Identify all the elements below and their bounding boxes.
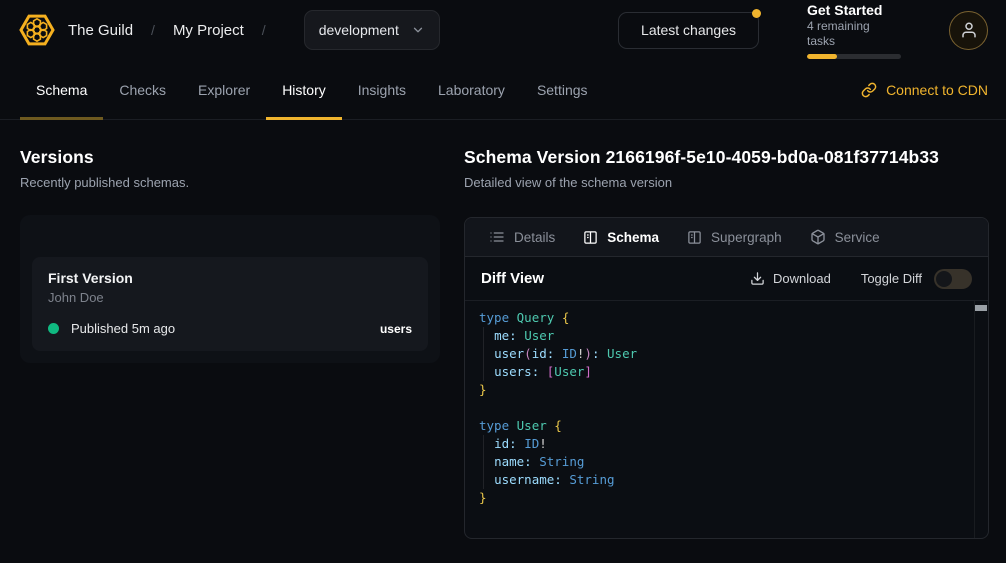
progress-fill [807,54,837,59]
code-line: me: User [479,327,968,345]
nav-tabs: SchemaChecksExplorerHistoryInsightsLabor… [20,60,604,119]
columns-icon [583,230,598,245]
latest-changes-button[interactable]: Latest changes [618,12,759,49]
hive-logo-icon[interactable] [16,9,58,51]
detail-tab-service[interactable]: Service [796,218,894,256]
detail-tab-details[interactable]: Details [475,218,569,256]
detail-tab-label: Service [835,230,880,245]
download-icon [750,271,765,286]
detail-tab-schema[interactable]: Schema [569,218,673,256]
schema-code-area: type Query { me: User user(id: ID!): Use… [465,301,988,538]
versions-panel: Versions Recently published schemas. Fir… [20,147,440,539]
get-started-widget[interactable]: Get Started 4 remaining tasks [807,2,901,59]
version-author: John Doe [48,290,412,305]
app-header: The Guild / My Project / development Lat… [0,0,1006,60]
nav-tab-explorer[interactable]: Explorer [182,60,266,119]
nav-tab-history[interactable]: History [266,60,342,119]
versions-title: Versions [20,147,440,168]
code-block[interactable]: type Query { me: User user(id: ID!): Use… [465,301,988,515]
versions-subtitle: Recently published schemas. [20,175,440,190]
code-line: name: String [479,453,968,471]
main-content: Versions Recently published schemas. Fir… [0,120,1006,539]
connect-to-cdn-button[interactable]: Connect to CDN [861,60,988,119]
code-line: type User { [479,417,968,435]
columns-icon [687,230,702,245]
nav-tab-laboratory[interactable]: Laboratory [422,60,521,119]
code-line: } [479,489,968,507]
schema-detail-panel: Details Schema Supergraph Service Diff View… [464,217,989,539]
code-line: type Query { [479,309,968,327]
detail-tab-label: Details [514,230,555,245]
version-status: Published 5m ago [71,321,175,336]
breadcrumb-org[interactable]: The Guild [68,22,133,39]
toggle-diff-label: Toggle Diff [861,271,922,286]
code-line: } [479,381,968,399]
download-label: Download [773,271,831,286]
detail-tab-label: Supergraph [711,230,782,245]
version-title: First Version [48,270,412,286]
schema-version-title: Schema Version 2166196f-5e10-4059-bd0a-0… [464,147,989,168]
service-badge: users [380,322,412,336]
schema-version-subtitle: Detailed view of the schema version [464,175,989,190]
detail-tab-label: Schema [607,230,659,245]
code-line: id: ID! [479,435,968,453]
latest-changes-label: Latest changes [641,22,736,38]
notification-dot [752,9,761,18]
target-selector-dropdown[interactable]: development [304,10,440,50]
diff-toggle[interactable] [934,269,972,289]
target-selector-value: development [319,22,399,38]
main-nav: SchemaChecksExplorerHistoryInsightsLabor… [0,60,1006,120]
diff-actions: Download Toggle Diff [750,269,972,289]
version-card[interactable]: First Version John Doe Published 5m ago … [32,257,428,351]
schema-version-detail: Schema Version 2166196f-5e10-4059-bd0a-0… [464,147,989,539]
list-icon [489,229,505,245]
diff-view-title: Diff View [481,270,544,287]
code-line: username: String [479,471,968,489]
code-line: user(id: ID!): User [479,345,968,363]
nav-tab-checks[interactable]: Checks [103,60,182,119]
version-status-row: Published 5m ago users [48,321,412,336]
breadcrumb-separator: / [262,22,266,38]
nav-tab-insights[interactable]: Insights [342,60,422,119]
get-started-progress-bar [807,54,901,59]
link-icon [861,82,877,98]
code-line [479,399,968,417]
versions-list: First Version John Doe Published 5m ago … [20,215,440,363]
box-icon [810,229,826,245]
code-line: users: [User] [479,363,968,381]
breadcrumb-project[interactable]: My Project [173,22,244,39]
vertical-scrollbar[interactable] [974,301,988,538]
nav-tab-schema[interactable]: Schema [20,60,103,119]
person-icon [960,21,978,39]
download-button[interactable]: Download [750,271,831,286]
published-status-icon [48,323,59,334]
nav-tab-settings[interactable]: Settings [521,60,604,119]
detail-tab-supergraph[interactable]: Supergraph [673,218,796,256]
scrollbar-thumb[interactable] [975,305,987,311]
toggle-knob [936,271,952,287]
diff-view-header: Diff View Download Toggle Diff [465,257,988,301]
connect-to-cdn-label: Connect to CDN [886,82,988,98]
detail-tabs: Details Schema Supergraph Service [465,218,988,257]
get-started-subtitle: 4 remaining tasks [807,19,901,49]
user-avatar[interactable] [949,11,988,50]
get-started-title: Get Started [807,2,901,19]
breadcrumb-separator: / [151,22,155,38]
chevron-down-icon [411,23,425,37]
